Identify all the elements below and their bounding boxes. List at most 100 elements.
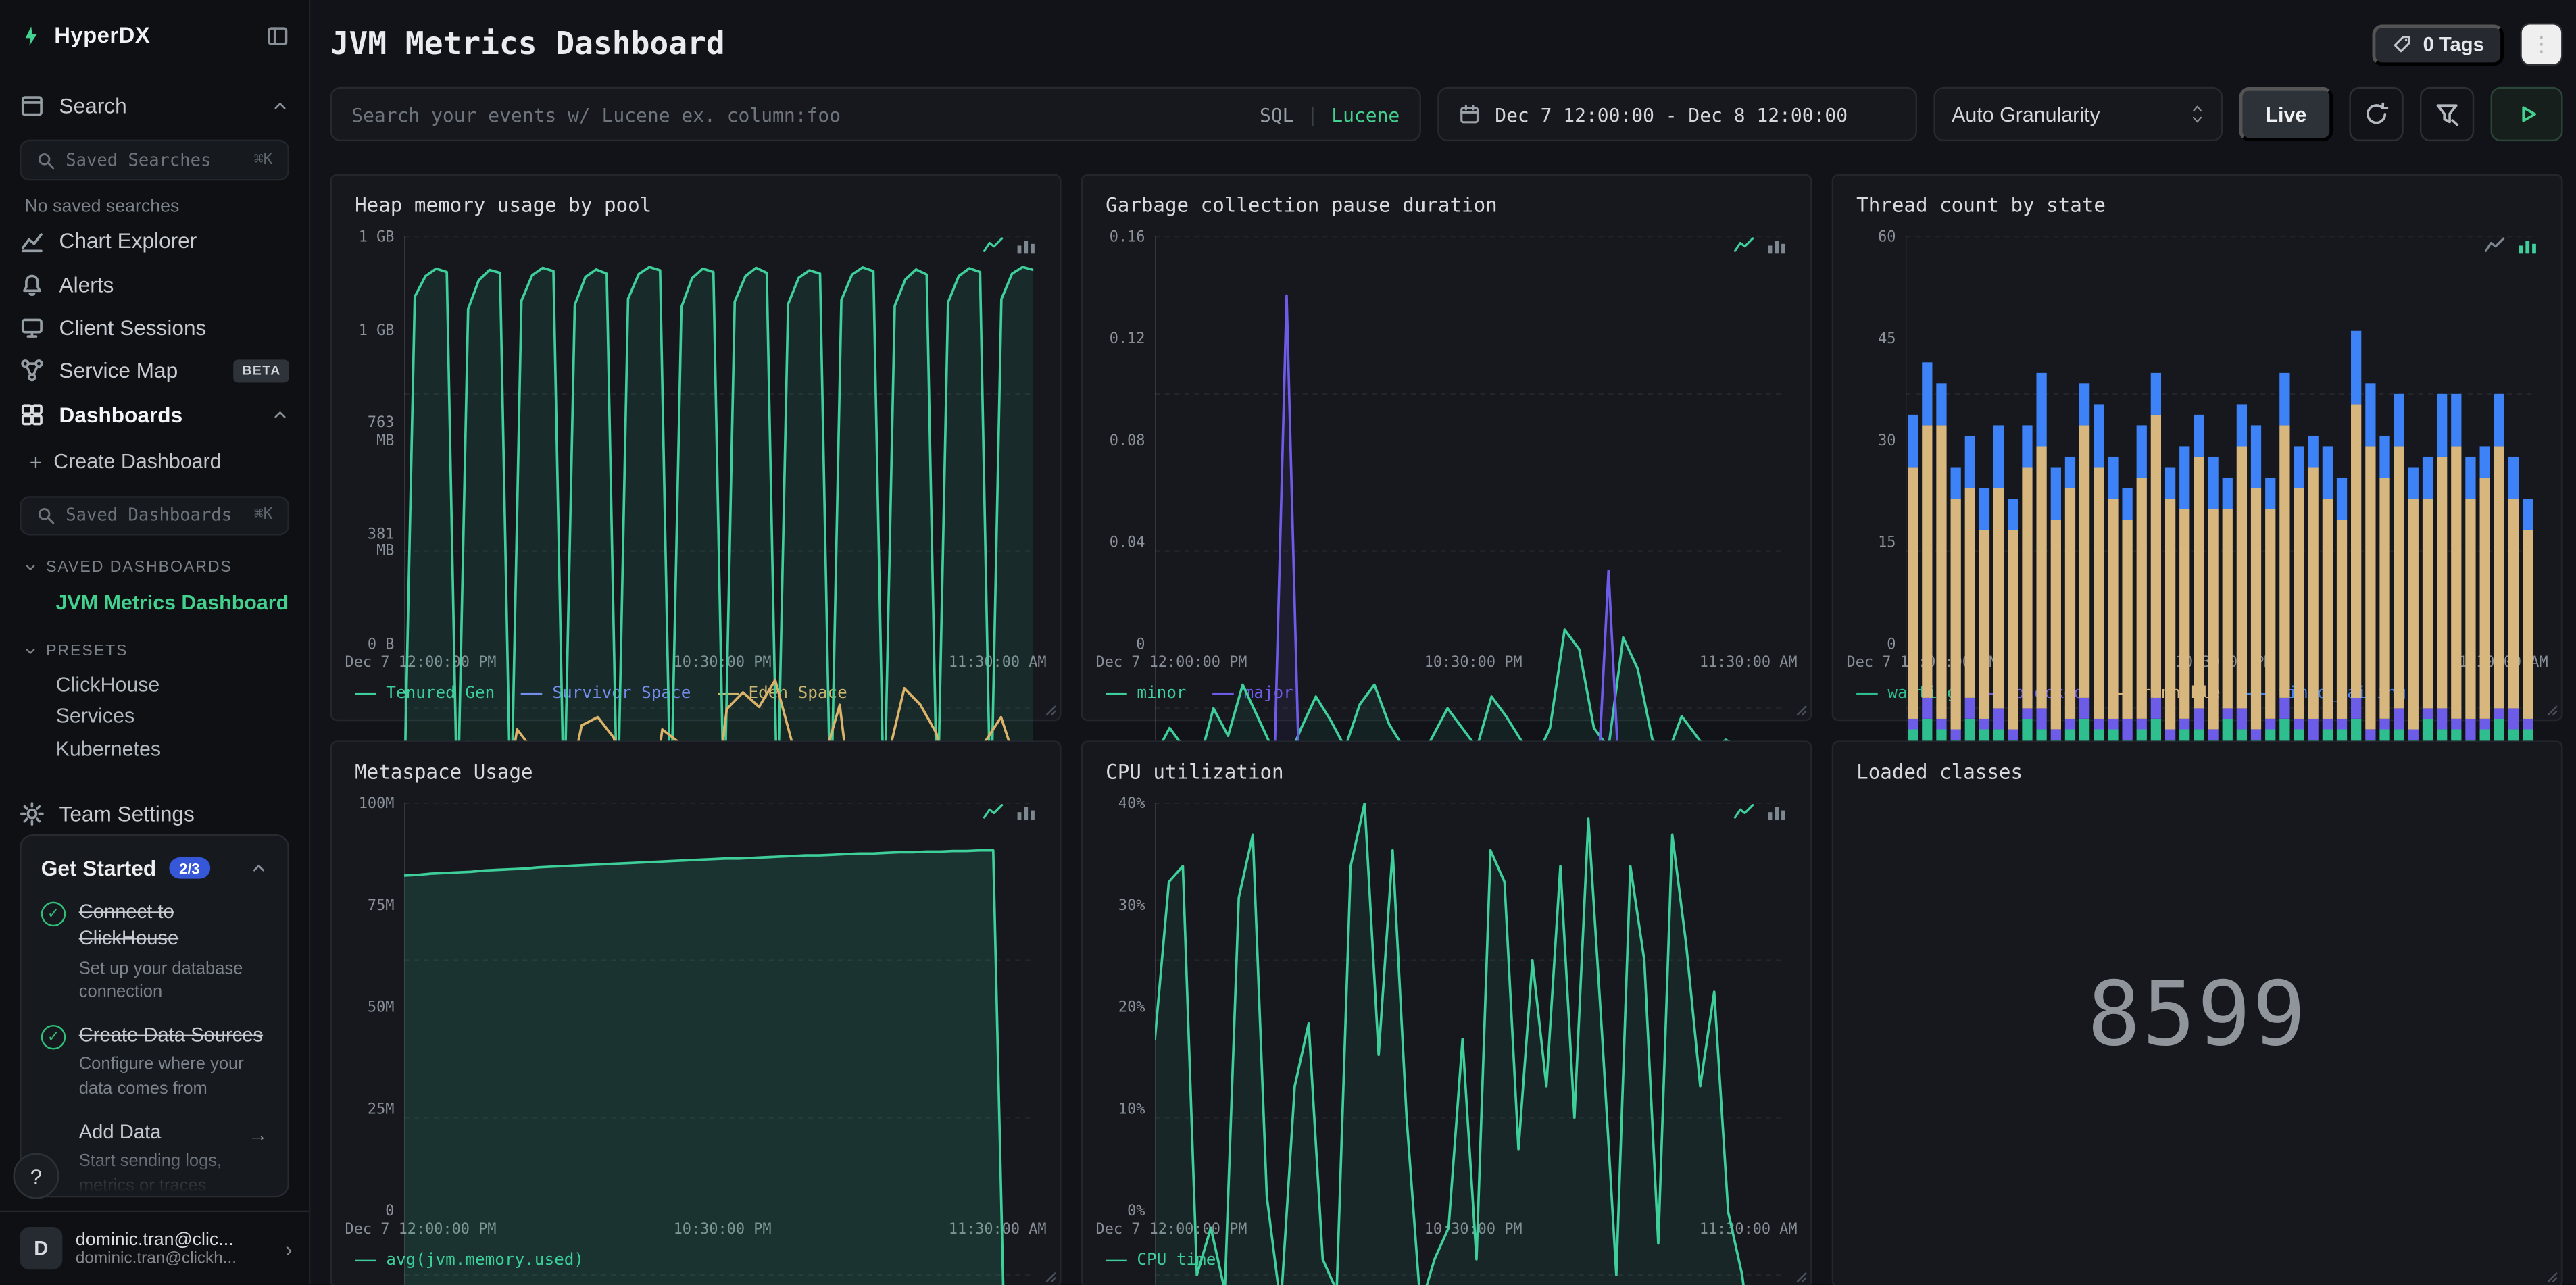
resize-handle[interactable] <box>2542 700 2558 716</box>
granularity-select[interactable]: Auto Granularity <box>1933 86 2223 142</box>
saved-dashboards-search[interactable]: ⌘K <box>20 495 289 536</box>
select-updown-icon <box>2190 103 2205 125</box>
create-dashboard-button[interactable]: + Create Dashboard <box>20 442 289 482</box>
user-menu[interactable]: D dominic.tran@clic... dominic.tran@clic… <box>0 1210 309 1284</box>
sidebar-item-label: Dashboards <box>59 401 183 427</box>
sidebar-item-team-settings[interactable]: Team Settings <box>20 792 289 835</box>
chevron-up-icon[interactable] <box>271 97 289 115</box>
lucene-mode-toggle[interactable]: Lucene <box>1331 103 1400 126</box>
sidebar-item-label: Service Map <box>59 358 178 384</box>
play-icon <box>2515 102 2539 126</box>
y-axis-ticks: 1 GB 1 GB 763 MB 381 MB 0 B <box>345 230 395 653</box>
sidebar: HyperDX Search ⌘K No saved searches <box>0 0 311 1285</box>
more-options-button[interactable]: ⋮ <box>2520 23 2563 66</box>
sidebar-item-label: Team Settings <box>59 801 195 826</box>
monitor-icon <box>20 316 44 340</box>
resize-handle[interactable] <box>1791 700 1807 716</box>
saved-dashboards-section-header[interactable]: SAVED DASHBOARDS <box>23 559 289 577</box>
dashboards-grid-icon <box>20 402 44 426</box>
line-chart-icon[interactable] <box>983 801 1004 823</box>
filter-button[interactable] <box>2420 86 2475 142</box>
y-tick: 0 B <box>367 636 395 653</box>
get-started-task[interactable]: ✓ Create Data Sources Configure where yo… <box>41 1023 268 1100</box>
y-axis-ticks: 40% 30% 20% 10% 0% <box>1096 797 1145 1220</box>
sidebar-item-dashboards[interactable]: Dashboards <box>20 393 289 436</box>
resize-handle[interactable] <box>1040 700 1056 716</box>
saved-searches-input[interactable] <box>66 150 245 170</box>
presets-section-header[interactable]: PRESETS <box>23 642 289 660</box>
line-chart-icon[interactable] <box>2484 235 2506 257</box>
check-circle-icon: ✓ <box>41 1024 66 1050</box>
task-title: Create Data Sources <box>78 1023 264 1047</box>
chevron-up-icon[interactable] <box>271 405 289 423</box>
y-tick: 1 GB <box>358 230 395 247</box>
granularity-value: Auto Granularity <box>1952 102 2100 126</box>
get-started-task[interactable]: ✓ Connect to ClickHouse Set up your data… <box>41 901 268 1003</box>
sidebar-item-service-map[interactable]: Service Map BETA <box>20 349 289 393</box>
sidebar-item-client-sessions[interactable]: Client Sessions <box>20 306 289 349</box>
bar-chart-icon[interactable] <box>2517 235 2538 257</box>
section-label-text: PRESETS <box>46 642 128 660</box>
live-button[interactable]: Live <box>2239 86 2333 142</box>
event-search-bar[interactable]: SQL | Lucene <box>330 86 1421 142</box>
main-content: JVM Metrics Dashboard 0 Tags ⋮ SQL | <box>310 0 2576 1285</box>
check-circle-icon: ✓ <box>41 902 66 927</box>
line-chart-icon[interactable] <box>983 235 1004 257</box>
filter-edit-icon <box>2435 102 2459 126</box>
chart-title: Thread count by state <box>1856 193 2106 217</box>
plot-area[interactable] <box>1155 803 1784 1285</box>
resize-handle[interactable] <box>1040 1266 1056 1282</box>
calendar-icon <box>1459 103 1481 125</box>
refresh-button[interactable] <box>2349 86 2404 142</box>
magnifier-icon <box>36 151 55 170</box>
resize-handle[interactable] <box>2542 1266 2558 1282</box>
line-chart-icon[interactable] <box>1733 235 1755 257</box>
tags-label: 0 Tags <box>2423 32 2484 56</box>
event-search-input[interactable] <box>351 102 1243 126</box>
sidebar-item-alerts[interactable]: Alerts <box>20 263 289 306</box>
bar-chart-icon[interactable] <box>1766 801 1787 823</box>
plot-area[interactable] <box>404 803 1033 1285</box>
saved-searches-search[interactable]: ⌘K <box>20 140 289 180</box>
line-chart-icon[interactable] <box>1733 801 1755 823</box>
get-started-card: Get Started 2/3 ✓ Connect to ClickHouse … <box>20 834 289 1198</box>
caret-down-icon <box>23 560 38 575</box>
gear-icon <box>20 801 44 826</box>
preset-link-kubernetes[interactable]: Kubernetes <box>20 733 289 765</box>
tag-icon <box>2392 34 2411 54</box>
tags-button[interactable]: 0 Tags <box>2372 24 2504 66</box>
bar-chart-icon[interactable] <box>1015 235 1037 257</box>
y-tick: 60 <box>1878 230 1896 247</box>
chart-title: Garbage collection pause duration <box>1106 193 1497 217</box>
y-tick: 0 <box>385 1203 395 1220</box>
sidebar-item-chart-explorer[interactable]: Chart Explorer <box>20 220 289 263</box>
sidebar-item-label: Client Sessions <box>59 315 207 341</box>
sql-mode-toggle[interactable]: SQL <box>1260 103 1294 126</box>
sidebar-item-search[interactable]: Search <box>20 84 289 127</box>
chart-panel-heap-memory: Heap memory usage by pool 1 GB 1 GB 763 MB… <box>330 174 1062 722</box>
sidebar-collapse-button[interactable] <box>266 24 289 47</box>
preset-link-clickhouse[interactable]: ClickHouse <box>20 668 289 701</box>
caret-down-icon <box>23 644 38 659</box>
y-tick: 0.08 <box>1109 433 1145 450</box>
chart-panel-cpu: CPU utilization 40% 30% 20% 10% 0% Dec 7 12:… <box>1081 740 1812 1285</box>
run-query-button[interactable] <box>2490 86 2563 142</box>
get-started-task[interactable]: Add Data Start sending logs, metrics or … <box>41 1119 268 1195</box>
resize-handle[interactable] <box>1791 1266 1807 1282</box>
bar-chart-icon[interactable] <box>1766 235 1787 257</box>
y-tick: 763 MB <box>367 416 395 450</box>
y-tick: 1 GB <box>358 323 395 340</box>
chart-title: Metaspace Usage <box>355 760 533 784</box>
preset-link-services[interactable]: Services <box>20 701 289 733</box>
query-toolbar: SQL | Lucene Dec 7 12:00:00 - Dec 8 12:0… <box>330 86 2563 142</box>
logo-text: HyperDX <box>54 23 151 48</box>
y-tick: 25M <box>367 1101 395 1118</box>
panel-collapse-icon <box>268 26 288 45</box>
bar-chart-icon[interactable] <box>1015 801 1037 823</box>
chevron-up-icon[interactable] <box>250 859 268 878</box>
saved-dashboards-input[interactable] <box>66 505 245 526</box>
time-range-picker[interactable]: Dec 7 12:00:00 - Dec 8 12:00:00 <box>1437 86 1918 142</box>
plus-icon: + <box>29 449 43 475</box>
dashboard-link-jvm-metrics[interactable]: JVM Metrics Dashboard <box>20 586 289 619</box>
help-button[interactable]: ? <box>13 1153 59 1199</box>
